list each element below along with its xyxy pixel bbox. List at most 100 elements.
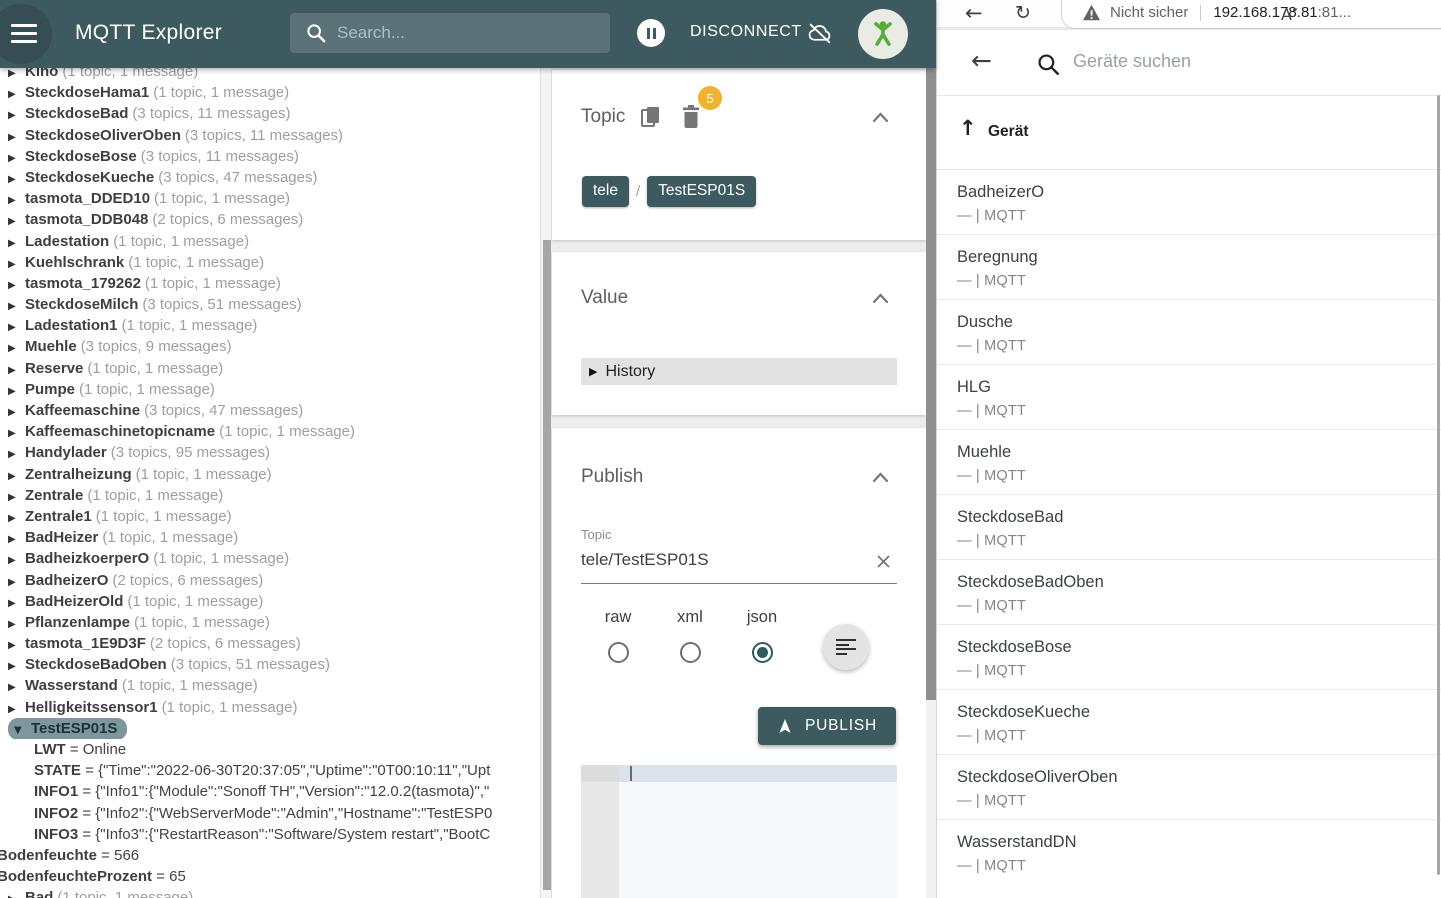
browser-back-icon[interactable]: ← — [965, 1, 983, 25]
tree-row[interactable]: ▶ Zentrale (1 topic, 1 message) — [0, 485, 540, 506]
tree-row[interactable]: BodenfeuchteProzent = 65 — [0, 866, 540, 887]
tree-row[interactable]: ▶ Reserve (1 topic, 1 message) — [0, 358, 540, 379]
tree-row[interactable]: ▶ Pflanzenlampe (1 topic, 1 message) — [0, 612, 540, 633]
device-row[interactable]: BadheizerO — | MQTT — [937, 170, 1441, 235]
tree-row[interactable]: ▶ SteckdoseMilch (3 topics, 51 messages) — [0, 294, 540, 315]
topic-meta: (2 topics, 6 messages) — [149, 635, 301, 653]
device-row[interactable]: HLG — | MQTT — [937, 365, 1441, 430]
detail-scrollbar-thumb[interactable] — [926, 68, 936, 700]
tree-row[interactable]: ▶ tasmota_DDED10 (1 topic, 1 message) — [0, 188, 540, 209]
tree-row[interactable]: ▶ tasmota_DDB048 (2 topics, 6 messages) — [0, 209, 540, 230]
device-row[interactable]: SteckdoseKueche — | MQTT — [937, 690, 1441, 755]
tree-row[interactable]: INFO1 = {"Info1":{"Module":"Sonoff TH","… — [0, 781, 540, 802]
copy-icon[interactable] — [640, 106, 662, 130]
search-input[interactable]: Search... — [290, 13, 610, 53]
topic-value: Online — [82, 741, 127, 758]
tree-row[interactable]: LWT = Online — [0, 739, 540, 760]
format-option[interactable]: json — [733, 608, 791, 663]
tree-row[interactable]: ▶ Ladestation1 (1 topic, 1 message) — [0, 315, 540, 336]
tree-row[interactable]: ▶ Kaffeemaschine (3 topics, 47 messages) — [0, 400, 540, 421]
tree-row[interactable]: ▶ Kaffeemaschinetopicname (1 topic, 1 mess… — [0, 421, 540, 442]
sort-up-icon[interactable]: ↑ — [959, 116, 977, 140]
device-row[interactable]: Beregnung — | MQTT — [937, 235, 1441, 300]
tree-row[interactable]: ▶ BadheizerO (2 topics, 6 messages) — [0, 570, 540, 591]
tree-row[interactable]: ▶ Muehle (3 topics, 9 messages) — [0, 336, 540, 357]
format-option[interactable]: xml — [661, 608, 719, 663]
format-option[interactable]: raw — [589, 608, 647, 663]
clear-icon[interactable] — [876, 554, 891, 569]
history-expander[interactable]: ▶ History — [581, 358, 897, 385]
tree-row[interactable]: ▶ Ladestation (1 topic, 1 message) — [0, 231, 540, 252]
tree-row[interactable]: INFO3 = {"Info3":{"RestartReason":"Softw… — [0, 824, 540, 845]
browser-refresh-icon[interactable]: ↻ — [1015, 2, 1031, 24]
chevron-up-icon[interactable] — [872, 112, 889, 123]
tree-row-pill: ▶ Reserve — [8, 360, 83, 377]
device-row[interactable]: Dusche — | MQTT — [937, 300, 1441, 365]
device-column-header[interactable]: ↑ Gerät — [937, 97, 1441, 170]
device-row[interactable]: Muehle — | MQTT — [937, 430, 1441, 495]
tree-row[interactable]: ▶ Kuehlschrank (1 topic, 1 message) — [0, 252, 540, 273]
trash-icon[interactable] — [681, 105, 701, 130]
topic-meta: (3 topics, 51 messages) — [170, 656, 330, 674]
device-row[interactable]: SteckdoseBad — | MQTT — [937, 495, 1441, 560]
topic-meta: (1 topic, 1 message) — [135, 465, 272, 483]
topic-chip-testesp01s[interactable]: TestESP01S — [647, 175, 757, 207]
tree-row[interactable]: Bodenfeuchte = 566 — [0, 845, 540, 866]
avatar[interactable] — [858, 9, 908, 59]
tree-row[interactable]: ▶ BadheizkoerperO (1 topic, 1 message) — [0, 548, 540, 569]
page-back-icon[interactable]: ← — [971, 46, 992, 75]
device-row[interactable]: WasserstandDN — | MQTT — [937, 820, 1441, 885]
tree-row-pill: ▶ SteckdoseMilch — [8, 296, 138, 313]
tree-row[interactable]: ▶ Helligkeitssensor1 (1 topic, 1 message) — [0, 697, 540, 718]
tree-row[interactable]: ▶ SteckdoseHama1 (1 topic, 1 message) — [0, 82, 540, 103]
tree-row[interactable]: ▶ Zentralheizung (1 topic, 1 message) — [0, 464, 540, 485]
tree-row[interactable]: ▶ tasmota_179262 (1 topic, 1 message) — [0, 273, 540, 294]
detail-scrollbar[interactable] — [926, 68, 936, 898]
format-button[interactable] — [823, 624, 869, 670]
topic-chip-tele[interactable]: tele — [582, 175, 629, 207]
device-row[interactable]: SteckdoseBadOben — | MQTT — [937, 560, 1441, 625]
tree-row[interactable]: ▶ Handylader (3 topics, 95 messages) — [0, 442, 540, 463]
tree-row[interactable]: ▶ Pumpe (1 topic, 1 message) — [0, 379, 540, 400]
tree-row-pill: ▶ Kuehlschrank — [8, 254, 124, 271]
tree-row[interactable]: ▶ tasmota_1E9D3F (2 topics, 6 messages) — [0, 633, 540, 654]
tree-row[interactable]: ▶ Wasserstand (1 topic, 1 message) — [0, 675, 540, 696]
device-row[interactable]: SteckdoseOliverOben — | MQTT — [937, 755, 1441, 820]
radio-icon[interactable] — [679, 642, 701, 663]
warning-icon — [1083, 4, 1100, 21]
payload-editor[interactable] — [581, 765, 897, 898]
publish-button[interactable]: PUBLISH — [758, 707, 896, 745]
hamburger-menu-icon[interactable] — [11, 24, 37, 48]
disconnect-button[interactable]: DISCONNECT — [690, 23, 802, 41]
read-aloud-icon[interactable]: A″ — [1281, 5, 1298, 24]
tree-row[interactable]: STATE = {"Time":"2022-06-30T20:37:05","U… — [0, 760, 540, 781]
tree-row[interactable]: ▶ SteckdoseKueche (3 topics, 47 messages) — [0, 167, 540, 188]
chevron-up-icon[interactable] — [872, 472, 889, 483]
tree-row[interactable]: ▶ Kino (1 topic, 1 message) — [0, 68, 540, 82]
tree-row[interactable]: ▶ SteckdoseOliverOben (3 topics, 11 messag… — [0, 125, 540, 146]
tree-row[interactable]: ▶Bad(1 topic, 1 message) — [0, 887, 540, 898]
topic-card: Topic 5 tele / TestESP01S — [552, 70, 926, 240]
browser-scrollbar[interactable] — [1437, 95, 1440, 875]
device-search-input[interactable]: Geräte suchen — [1073, 51, 1191, 72]
device-name: BadheizerO — [957, 183, 1045, 201]
topic-name: tasmota_DDED10 — [25, 190, 151, 208]
address-bar[interactable]: Nicht sicher 192.168.178.81 :81... — [1061, 0, 1441, 29]
tree-row[interactable]: ▶ Zentrale1 (1 topic, 1 message) — [0, 506, 540, 527]
chevron-up-icon[interactable] — [872, 293, 889, 304]
publish-topic-input[interactable]: tele/TestESP01S — [581, 550, 709, 570]
tree-row[interactable]: ▶ BadHeizerOld (1 topic, 1 message) — [0, 591, 540, 612]
topic-value: {"Info1":{"Module":"Sonoff TH","Version"… — [95, 783, 490, 801]
tree-scrollbar[interactable] — [540, 68, 551, 898]
tree-scrollbar-thumb[interactable] — [543, 240, 551, 890]
tree-row[interactable]: ▶ BadHeizer (1 topic, 1 message) — [0, 527, 540, 548]
tree-row[interactable]: ▶ SteckdoseBad (3 topics, 11 messages) — [0, 103, 540, 124]
tree-row[interactable]: INFO2 = {"Info2":{"WebServerMode":"Admin… — [0, 803, 540, 824]
radio-icon[interactable] — [607, 642, 629, 663]
tree-row[interactable]: ▼ TestESP01S — [0, 717, 540, 739]
radio-icon[interactable] — [751, 642, 773, 663]
device-row[interactable]: SteckdoseBose — | MQTT — [937, 625, 1441, 690]
tree-row[interactable]: ▶ SteckdoseBose (3 topics, 11 messages) — [0, 146, 540, 167]
pause-button[interactable] — [637, 19, 665, 47]
tree-row[interactable]: ▶ SteckdoseBadOben (3 topics, 51 messages) — [0, 654, 540, 675]
